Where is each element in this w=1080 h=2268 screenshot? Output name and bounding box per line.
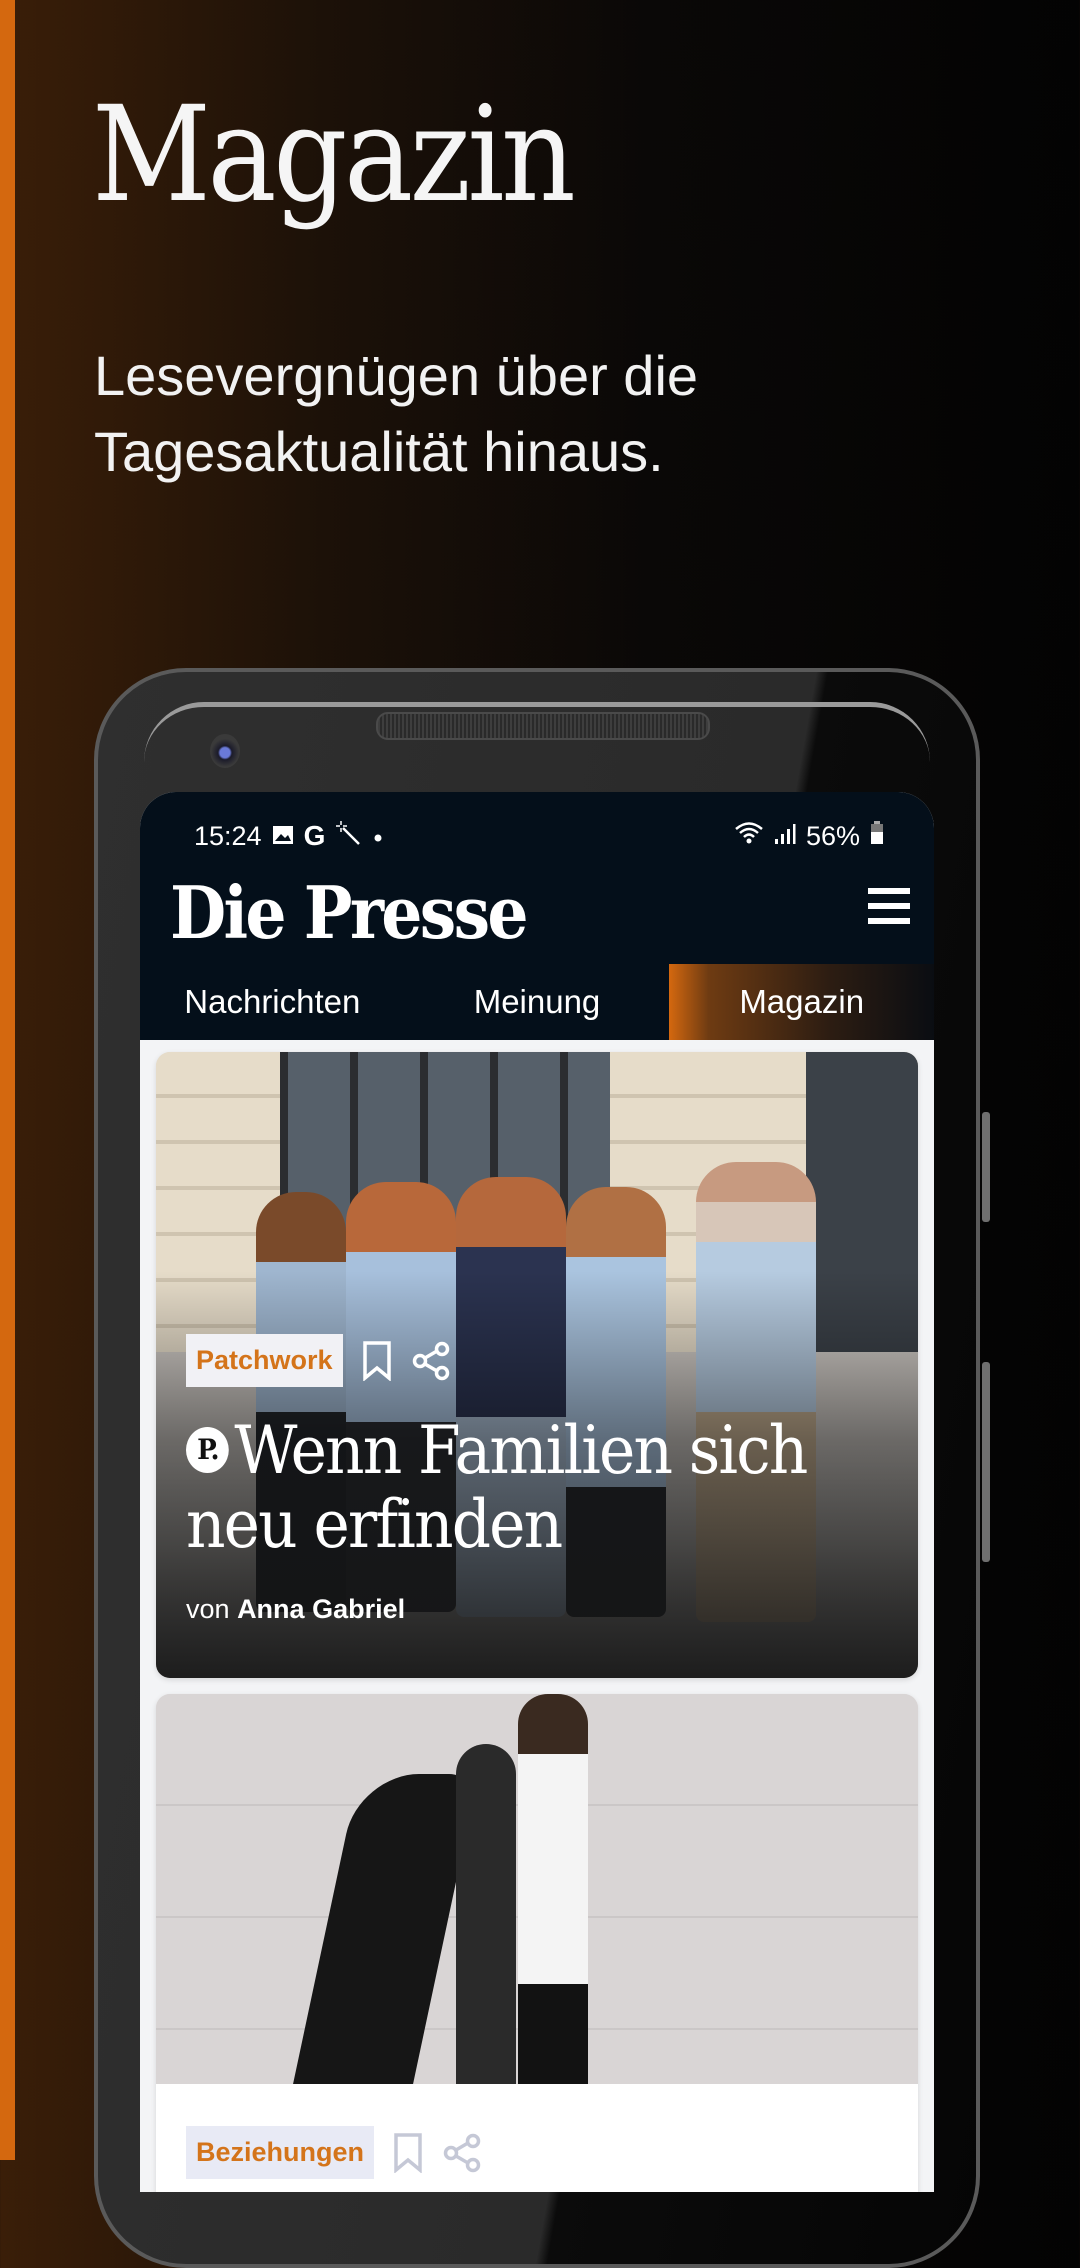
accent-strip [0, 0, 15, 2160]
app-logo[interactable]: Die Presse [170, 870, 529, 955]
wifi-icon [734, 820, 764, 853]
article-actions: Patchwork [186, 1334, 451, 1387]
section-tabs: Nachrichten Meinung Magazin [140, 964, 934, 1040]
article-actions: Beziehungen [186, 2126, 482, 2179]
headline-text: Wenn Familien sich neu erfinden [186, 1412, 808, 1563]
category-tag[interactable]: Patchwork [186, 1334, 343, 1387]
phone-screen: 15:24 G 56% Die Presse Nachrichten Meinu… [140, 792, 934, 2192]
share-icon[interactable] [442, 2131, 482, 2175]
category-tag[interactable]: Beziehungen [186, 2126, 375, 2179]
google-icon: G [303, 820, 326, 851]
app-header: 15:24 G 56% Die Presse Nachrichten Meinu… [140, 792, 934, 1040]
signal-icon [774, 821, 796, 852]
byline-prefix: von [186, 1594, 230, 1624]
phone-speaker [376, 712, 710, 740]
article-headline[interactable]: P. Wenn Familien sich neu erfinden [186, 1414, 856, 1562]
dot-icon [371, 821, 385, 852]
tab-nachrichten[interactable]: Nachrichten [140, 964, 405, 1040]
premium-icon: P. [186, 1427, 229, 1473]
battery-icon [870, 820, 884, 852]
battery-percent: 56% [805, 820, 860, 851]
bookmark-icon[interactable] [388, 2131, 428, 2175]
status-bar: 15:24 G 56% [194, 816, 884, 856]
share-icon[interactable] [411, 1339, 451, 1383]
bookmark-icon[interactable] [357, 1339, 397, 1383]
gallery-icon [272, 821, 294, 852]
magic-wand-icon [335, 820, 361, 853]
promo-title: Magazin [92, 78, 576, 232]
article-byline: von Anna Gabriel [186, 1594, 405, 1625]
phone-side-button [982, 1362, 990, 1562]
front-camera [210, 734, 240, 768]
tab-meinung[interactable]: Meinung [405, 964, 670, 1040]
article-image [156, 1694, 918, 2084]
author-name[interactable]: Anna Gabriel [237, 1594, 405, 1624]
phone-side-button [982, 1112, 990, 1222]
tab-magazin[interactable]: Magazin [669, 964, 934, 1040]
article-card[interactable]: Patchwork P. Wenn Familien sich neu erfin… [156, 1052, 918, 1678]
status-time: 15:24 [194, 820, 262, 851]
promo-subtitle: Lesevergnügen über die Tagesaktualität h… [94, 344, 699, 483]
article-card[interactable]: Beziehungen [156, 1694, 918, 2192]
hamburger-menu-icon[interactable] [868, 888, 910, 924]
